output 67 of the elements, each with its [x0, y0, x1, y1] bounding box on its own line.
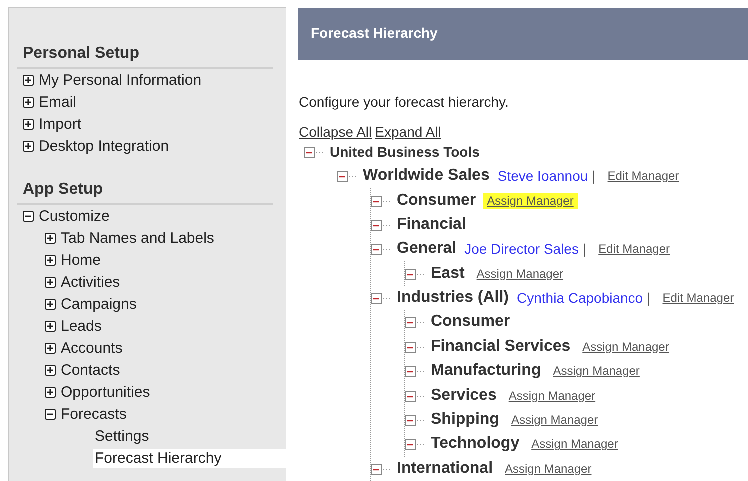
page-header: Forecast Hierarchy — [298, 8, 748, 60]
tree-node-label[interactable]: General — [397, 240, 457, 258]
tree-node-label[interactable]: East — [431, 264, 465, 283]
manager-link[interactable]: Assign Manager — [507, 412, 602, 428]
expand-icon[interactable] — [23, 96, 34, 108]
manager-link[interactable]: Edit Manager — [594, 241, 674, 258]
collapse-icon[interactable] — [23, 210, 34, 222]
separator: | — [592, 168, 596, 184]
intro-text: Configure your forecast hierarchy. — [299, 94, 510, 110]
collapse-icon[interactable] — [45, 408, 56, 420]
expand-icon[interactable] — [23, 140, 34, 152]
sidebar-item[interactable]: Forecasts — [59, 404, 129, 424]
manager-link[interactable]: Assign Manager — [501, 460, 596, 477]
manager-link[interactable]: Edit Manager — [658, 290, 738, 306]
sidebar-item[interactable]: Leads — [59, 316, 104, 336]
manager-link[interactable]: Assign Manager — [472, 266, 568, 282]
sidebar-item[interactable]: Forecast Hierarchy — [93, 448, 286, 468]
expand-icon[interactable] — [45, 342, 56, 354]
sidebar-item[interactable]: Email — [37, 92, 79, 112]
manager-link[interactable]: Assign Manager — [528, 436, 622, 452]
expand-icon[interactable] — [45, 364, 56, 376]
sidebar-item[interactable]: Campaigns — [59, 294, 139, 314]
tree-node-label[interactable]: Technology — [431, 435, 520, 454]
sidebar-item[interactable]: Settings — [93, 426, 152, 446]
section-heading: Personal Setup — [17, 42, 273, 69]
manager-link[interactable]: Assign Manager — [549, 363, 644, 380]
expand-icon[interactable] — [45, 386, 56, 398]
tree-node-label[interactable]: Consumer — [397, 192, 476, 210]
expand-icon[interactable] — [45, 320, 56, 332]
tree-node-label[interactable]: International — [397, 460, 494, 478]
expand-icon[interactable] — [45, 276, 56, 288]
manager-name[interactable]: Joe Director Sales — [464, 241, 579, 258]
tree-node-label[interactable]: Shipping — [431, 411, 500, 430]
tree-node-label[interactable]: Financial Services — [431, 338, 571, 356]
sidebar-item[interactable]: Opportunities — [59, 382, 152, 402]
expand-icon[interactable] — [45, 232, 56, 244]
tree-action-link[interactable]: Collapse All — [299, 124, 372, 140]
expand-icon[interactable] — [23, 74, 34, 86]
expand-icon[interactable] — [23, 118, 34, 130]
sidebar-item[interactable]: Tab Names and Labels — [59, 228, 216, 248]
manager-name[interactable]: Steve Ioannou — [498, 168, 588, 184]
highlighted-link[interactable]: Assign Manager — [483, 192, 578, 208]
tree-node-label[interactable]: United Business Tools — [330, 144, 480, 160]
tree-node-label[interactable]: Worldwide Sales — [363, 167, 490, 186]
manager-name[interactable]: Cynthia Capobianco — [517, 290, 644, 306]
sidebar-item[interactable]: Contacts — [59, 360, 122, 380]
sidebar-item[interactable]: Activities — [59, 272, 122, 292]
expand-icon[interactable] — [45, 254, 56, 266]
tree-node-label[interactable]: Services — [431, 386, 497, 405]
sidebar-item[interactable]: Home — [59, 250, 104, 270]
manager-link[interactable]: Assign Manager — [504, 388, 600, 404]
expand-icon[interactable] — [45, 298, 56, 310]
sidebar-item[interactable]: Desktop Integration — [37, 136, 172, 156]
manager-link[interactable]: Edit Manager — [604, 168, 684, 184]
tree-node-label[interactable]: Financial — [397, 216, 466, 234]
tree-node-label[interactable]: Industries (All) — [397, 289, 510, 308]
sidebar-item[interactable]: My Personal Information — [37, 70, 204, 90]
separator: | — [647, 290, 651, 306]
sidebar-item[interactable]: Accounts — [59, 338, 125, 358]
sidebar-item[interactable]: Import — [37, 114, 84, 134]
separator: | — [582, 241, 587, 258]
manager-link[interactable]: Assign Manager — [578, 338, 674, 355]
tree-action-link[interactable]: Expand All — [375, 124, 442, 140]
tree-node-label[interactable]: Manufacturing — [431, 362, 542, 380]
tree-node-label[interactable]: Consumer — [431, 313, 510, 332]
section-heading: App Setup — [17, 178, 273, 205]
sidebar-item[interactable]: Customize — [37, 206, 112, 226]
